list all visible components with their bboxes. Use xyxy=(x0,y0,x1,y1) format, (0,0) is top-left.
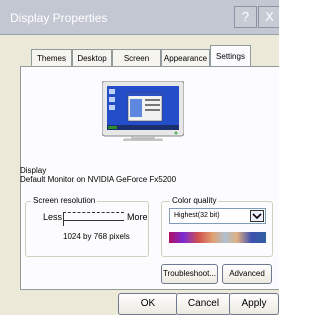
apply-button[interactable]: Apply xyxy=(229,293,279,315)
window-title: Display Properties xyxy=(10,11,108,25)
title-bar[interactable]: Display Properties ? X xyxy=(0,0,279,35)
ok-button[interactable]: OK xyxy=(118,293,178,315)
chevron-down-icon xyxy=(252,213,262,220)
troubleshoot-button[interactable]: Troubleshoot... xyxy=(161,264,218,284)
less-label: Less xyxy=(43,212,63,222)
tab-settings[interactable]: Settings xyxy=(210,45,251,67)
advanced-button[interactable]: Advanced xyxy=(222,264,272,284)
color-quality-select[interactable]: Highest(32 bit) xyxy=(169,208,266,224)
color-spectrum-bar xyxy=(169,232,266,243)
display-properties-window: Display Properties ? X Themes Desktop Sc… xyxy=(0,0,279,315)
help-button[interactable]: ? xyxy=(234,6,257,28)
slider-track xyxy=(63,212,124,215)
tab-themes[interactable]: Themes xyxy=(31,49,72,66)
monitor-preview-image xyxy=(102,81,184,141)
slider-track-lower xyxy=(63,220,124,223)
close-button[interactable]: X xyxy=(258,6,279,28)
cancel-button[interactable]: Cancel xyxy=(176,293,231,315)
more-label: More xyxy=(127,212,148,222)
tab-desktop[interactable]: Desktop xyxy=(72,49,112,66)
display-device: Default Monitor on NVIDIA GeForce Fx5200 xyxy=(20,175,177,184)
screen-resolution-label: Screen resolution xyxy=(31,196,98,205)
display-label: Display xyxy=(20,166,47,175)
resolution-slider[interactable] xyxy=(63,208,124,227)
tab-screen-saver[interactable]: Screen Saver xyxy=(112,49,161,80)
color-quality-label: Color quality xyxy=(170,196,219,205)
slider-thumb[interactable] xyxy=(63,212,64,226)
color-quality-value: Highest(32 bit) xyxy=(174,212,220,219)
dropdown-arrow-button[interactable] xyxy=(250,210,264,222)
tab-strip: Themes Desktop Screen Saver Appearance S… xyxy=(0,34,279,80)
tab-appearance[interactable]: Appearance xyxy=(161,49,210,66)
resolution-value: 1024 by 768 pixels xyxy=(63,232,130,241)
display-info: Display Default Monitor on NVIDIA GeForc… xyxy=(20,166,176,184)
